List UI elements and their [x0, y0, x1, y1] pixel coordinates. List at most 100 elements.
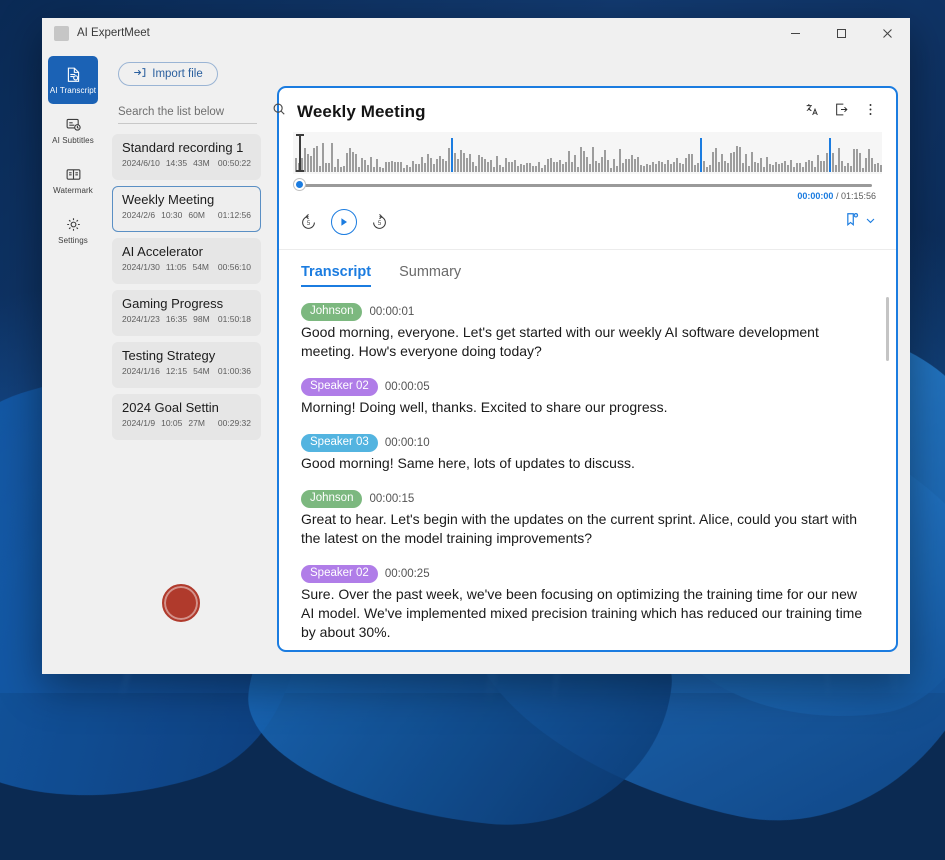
entry-timestamp[interactable]: 00:00:15 — [369, 493, 414, 505]
rewind-5-icon[interactable]: 5 — [299, 213, 318, 232]
import-arrow-icon — [133, 66, 146, 82]
waveform-bar — [577, 166, 579, 172]
transcript-entry[interactable]: Speaker 02 00:00:25 Sure. Over the past we… — [301, 565, 866, 642]
bookmark-group[interactable] — [844, 211, 876, 233]
waveform-bar — [310, 156, 312, 172]
transcript-entry[interactable]: Johnson 00:00:15 Great to hear. Let's begi… — [301, 490, 866, 548]
sidebar-item-ai-transcript[interactable]: AI Transcript — [48, 56, 98, 104]
file-duration: 00:56:10 — [217, 262, 251, 272]
transcript-entry[interactable]: Johnson 00:00:01 Good morning, everyone. L… — [301, 303, 866, 361]
list-item[interactable]: Standard recording 1 2024/6/10 14:35 43M 00:… — [112, 134, 261, 180]
entry-timestamp[interactable]: 00:00:01 — [369, 306, 414, 318]
speaker-badge[interactable]: Speaker 02 — [301, 378, 378, 397]
waveform-bar — [784, 160, 786, 172]
waveform-playhead[interactable] — [296, 134, 304, 172]
waveform-bar — [583, 151, 585, 172]
tab-transcript[interactable]: Transcript — [301, 264, 372, 287]
waveform-bar — [499, 165, 501, 172]
waveform-bar — [625, 158, 627, 172]
speaker-badge[interactable]: Johnson — [301, 490, 363, 509]
waveform-bar — [340, 167, 342, 172]
transcript-entry[interactable]: Speaker 02 00:00:05 Morning! Doing well, t… — [301, 378, 866, 417]
waveform-bar — [547, 158, 549, 172]
waveform-bar — [682, 163, 684, 172]
list-item[interactable]: Gaming Progress 2024/1/23 16:35 98M 01:50:18 — [112, 290, 261, 336]
content-area: Weekly Meeting 00:00:00 / 01:15:56 5 5 T… — [269, 48, 910, 674]
transcript-scrollbar[interactable] — [886, 297, 889, 361]
tab-summary[interactable]: Summary — [399, 264, 461, 287]
waveform-bar — [604, 149, 606, 172]
file-size: 43M — [193, 158, 210, 168]
file-title: Weekly Meeting — [122, 192, 215, 207]
seek-track[interactable] — [303, 184, 872, 187]
waveform-bar — [550, 158, 552, 172]
waveform-bar — [304, 148, 306, 172]
waveform-bar — [607, 159, 609, 172]
search-input[interactable] — [118, 105, 272, 118]
file-meta: 2024/6/10 14:35 43M 00:50:22 — [122, 158, 251, 168]
search-icon[interactable] — [272, 102, 286, 121]
speaker-badge[interactable]: Johnson — [301, 303, 363, 322]
waveform-bar — [406, 164, 408, 172]
chevron-down-icon[interactable] — [865, 213, 876, 231]
waveform-bar — [442, 158, 444, 172]
close-button[interactable] — [864, 18, 910, 48]
seek-knob[interactable] — [293, 178, 306, 191]
sidebar-item-ai-subtitles[interactable]: AI Subtitles — [48, 106, 98, 154]
file-time: 16:35 — [165, 314, 188, 324]
translate-icon[interactable] — [805, 102, 820, 117]
waveform-bar — [703, 160, 705, 172]
file-time: 12:15 — [165, 366, 188, 376]
transcript-list[interactable]: Johnson 00:00:01 Good morning, everyone. L… — [279, 287, 896, 650]
waveform-bar — [445, 161, 447, 172]
seek-bar[interactable] — [293, 174, 882, 191]
waveform-bar — [328, 163, 330, 172]
speaker-badge[interactable]: Speaker 02 — [301, 565, 378, 584]
record-button[interactable] — [162, 584, 200, 622]
list-item[interactable]: AI Accelerator 2024/1/30 11:05 54M 00:56:10 — [112, 238, 261, 284]
list-item[interactable]: Testing Strategy 2024/1/16 12:15 54M 01:00:3… — [112, 342, 261, 388]
waveform-bar — [517, 165, 519, 172]
waveform-bar — [730, 153, 732, 172]
entry-timestamp[interactable]: 00:00:25 — [385, 568, 430, 580]
waveform-bar — [868, 148, 870, 172]
time-separator: / — [833, 191, 841, 201]
waveform-display[interactable] — [293, 132, 882, 174]
waveform-bar — [355, 153, 357, 172]
waveform-bar — [490, 160, 492, 172]
add-bookmark-icon[interactable] — [844, 211, 861, 233]
maximize-button[interactable] — [818, 18, 864, 48]
forward-5-icon[interactable]: 5 — [370, 213, 389, 232]
waveform-bar — [457, 159, 459, 172]
waveform-bar — [790, 160, 792, 172]
minimize-button[interactable] — [772, 18, 818, 48]
waveform-bar — [529, 162, 531, 172]
waveform-bar — [376, 159, 378, 172]
waveform-bar — [397, 161, 399, 172]
tab-label: Transcript — [301, 264, 372, 280]
speaker-badge[interactable]: Speaker 03 — [301, 434, 378, 453]
list-item[interactable]: 2024 Goal Settin 2024/1/9 10:05 27M 00:29:32 — [112, 394, 261, 440]
entry-timestamp[interactable]: 00:00:05 — [385, 381, 430, 393]
play-button[interactable] — [331, 209, 357, 235]
waveform-bar — [514, 159, 516, 172]
waveform-bar — [622, 163, 624, 172]
file-title: Gaming Progress — [122, 296, 224, 311]
sidebar-item-watermark[interactable]: Watermark — [48, 156, 98, 204]
transcript-entry[interactable]: Speaker 03 00:00:10 Good morning! Same her… — [301, 434, 866, 473]
list-item[interactable]: Weekly Meeting 2024/2/6 10:30 60M 01:12:56 — [112, 186, 261, 232]
waveform-bar — [691, 153, 693, 172]
waveform-bar — [646, 163, 648, 172]
entry-timestamp[interactable]: 00:00:10 — [385, 437, 430, 449]
file-date: 2024/1/23 — [122, 314, 160, 324]
file-date: 2024/6/10 — [122, 158, 160, 168]
export-icon[interactable] — [834, 102, 849, 117]
more-options-icon[interactable] — [863, 102, 878, 117]
waveform-bar — [478, 154, 480, 172]
waveform-bar — [733, 152, 735, 172]
entry-header: Speaker 02 00:00:05 — [301, 378, 866, 397]
import-file-button[interactable]: Import file — [118, 62, 218, 86]
waveform-bar — [334, 166, 336, 172]
waveform-bar — [712, 152, 714, 172]
sidebar-item-settings[interactable]: Settings — [48, 206, 98, 254]
